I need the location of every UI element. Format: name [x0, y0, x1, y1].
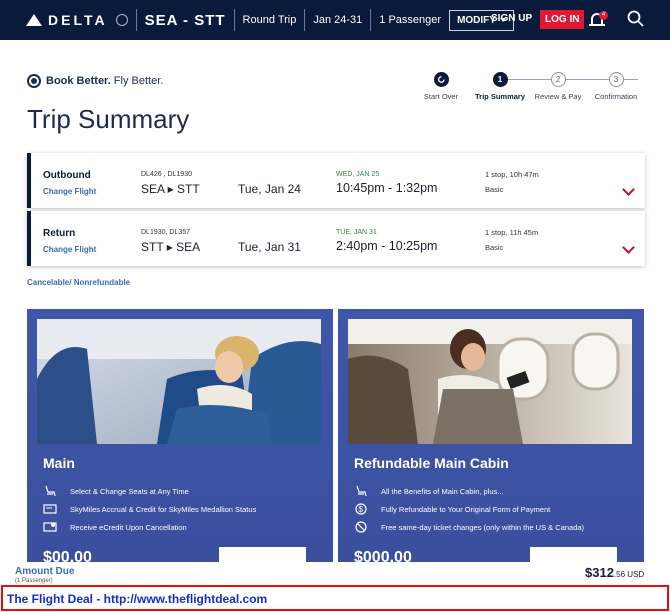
seat-icon — [356, 485, 367, 497]
amount-cents: .56 USD — [613, 570, 645, 579]
skyteam-icon — [115, 14, 128, 26]
fare-feature: $ Fully Refundable to Your Original Form… — [354, 503, 550, 515]
top-navigation-bar: DELTA SEA - STT Round Trip Jan 24-31 1 P… — [0, 0, 670, 40]
notifications-button[interactable]: 4 — [589, 11, 608, 29]
expand-chevron-icon[interactable] — [622, 183, 635, 196]
delta-circle-icon — [27, 74, 41, 88]
step-number: 2 — [550, 72, 566, 87]
amount-due-bar — [0, 562, 670, 584]
watermark-banner: The Flight Deal - http://www.theflightde… — [1, 585, 669, 611]
feature-text: Fully Refundable to Your Original Form o… — [381, 504, 551, 514]
feature-text: All the Benefits of Main Cabin, plus... — [381, 486, 504, 496]
logo-text: DELTA — [48, 12, 108, 28]
step-number: 1 — [492, 72, 508, 87]
cabin-photo-refundable — [348, 319, 632, 444]
fare-feature: Free same-day ticket changes (only withi… — [354, 521, 584, 533]
fare-feature: All the Benefits of Main Cabin, plus... — [354, 485, 504, 497]
delta-logo[interactable]: DELTA — [26, 12, 128, 28]
tagline-bold: Book Better. — [46, 75, 111, 87]
fare-option-main[interactable]: Main Select & Change Seats at Any Time S… — [27, 309, 333, 569]
header-divider — [135, 9, 137, 31]
change-flight-link[interactable]: Change Flight — [43, 187, 96, 196]
amount-due-label: Amount Due — [15, 566, 75, 577]
flight-direction: Return — [43, 228, 76, 239]
amount-total: $312.56 USD — [585, 565, 644, 580]
arrival-date-note: TUE, JAN 31 — [336, 229, 377, 236]
amount-whole: $312 — [585, 565, 614, 580]
return-flight-card: Return Change Flight DL1930, DL357 STT ▸… — [27, 211, 645, 266]
dollar-refund-icon: $ — [355, 503, 367, 515]
route-summary: SEA - STT — [144, 11, 226, 29]
ecredit-card-icon — [43, 522, 57, 532]
amount-passenger-note: (1 Passenger) — [15, 578, 53, 584]
flight-date: Tue, Jan 31 — [238, 240, 301, 254]
flight-date: Tue, Jan 24 — [238, 182, 301, 196]
fare-feature: Select & Change Seats at Any Time — [43, 485, 189, 497]
arrival-date-note: WED, JAN 25 — [336, 171, 380, 178]
outbound-flight-card: Outbound Change Flight DL426 , DL1930 SE… — [27, 153, 645, 208]
bell-base — [589, 24, 605, 26]
feature-text: SkyMiles Accrual & Credit for SkyMiles M… — [70, 504, 257, 514]
cancellation-policy: Cancelable/ Nonrefundable — [27, 278, 131, 287]
delta-widget-icon — [26, 14, 42, 26]
notification-badge: 4 — [599, 11, 608, 20]
fare-class: Basic — [485, 185, 504, 194]
fare-feature: Receive eCredit Upon Cancellation — [43, 521, 187, 533]
cabin-photo-main — [37, 319, 321, 444]
expand-chevron-icon[interactable] — [622, 241, 635, 254]
flight-route: SEA ▸ STT — [141, 182, 200, 196]
header-divider — [233, 9, 235, 31]
fare-class: Basic — [485, 243, 504, 252]
header-divider — [304, 9, 306, 31]
page-title: Trip Summary — [27, 104, 190, 134]
flight-direction: Outbound — [43, 170, 91, 181]
feature-text: Select & Change Seats at Any Time — [70, 486, 189, 496]
no-fee-icon — [355, 521, 367, 533]
flight-numbers: DL426 , DL1930 — [141, 171, 192, 178]
search-icon[interactable] — [627, 10, 644, 27]
flight-times: 2:40pm - 10:25pm — [336, 239, 438, 253]
skymiles-card-icon — [43, 504, 57, 514]
log-in-button[interactable]: LOG IN — [540, 10, 585, 29]
flight-times: 10:45pm - 1:32pm — [336, 181, 438, 195]
flight-route: STT ▸ SEA — [141, 240, 201, 254]
fare-name: Main — [43, 455, 75, 471]
svg-text:$: $ — [359, 505, 364, 514]
restart-icon — [433, 72, 449, 87]
fare-feature: SkyMiles Accrual & Credit for SkyMiles M… — [43, 503, 256, 515]
passenger-count: 1 Passenger — [379, 14, 442, 26]
header-divider — [370, 9, 372, 31]
step-confirmation: 3 Confirmation — [581, 72, 651, 101]
step-number: 3 — [608, 72, 624, 87]
trip-dates: Jan 24-31 — [313, 14, 363, 26]
trip-type: Round Trip — [242, 14, 297, 26]
sign-up-link[interactable]: SIGN UP — [491, 13, 532, 24]
feature-text: Free same-day ticket changes (only withi… — [381, 522, 585, 532]
fare-option-refundable[interactable]: Refundable Main Cabin All the Benefits o… — [338, 309, 644, 569]
change-flight-link[interactable]: Change Flight — [43, 245, 96, 254]
tagline-rest: Fly Better. — [113, 75, 164, 87]
booking-stepper: Start Over 1 Trip Summary 2 Review & Pay… — [420, 72, 650, 104]
watermark-text: The Flight Deal - http://www.theflightde… — [7, 592, 268, 606]
stops-duration: 1 stop, 10h 47m — [485, 170, 539, 179]
seat-icon — [45, 485, 56, 497]
brand-tagline: Book Better. Fly Better. — [27, 74, 163, 88]
feature-text: Receive eCredit Upon Cancellation — [70, 522, 187, 532]
fare-name: Refundable Main Cabin — [354, 455, 509, 471]
stops-duration: 1 stop, 11h 45m — [485, 228, 539, 237]
flight-numbers: DL1930, DL357 — [141, 229, 191, 236]
step-label: Confirmation — [594, 92, 638, 101]
